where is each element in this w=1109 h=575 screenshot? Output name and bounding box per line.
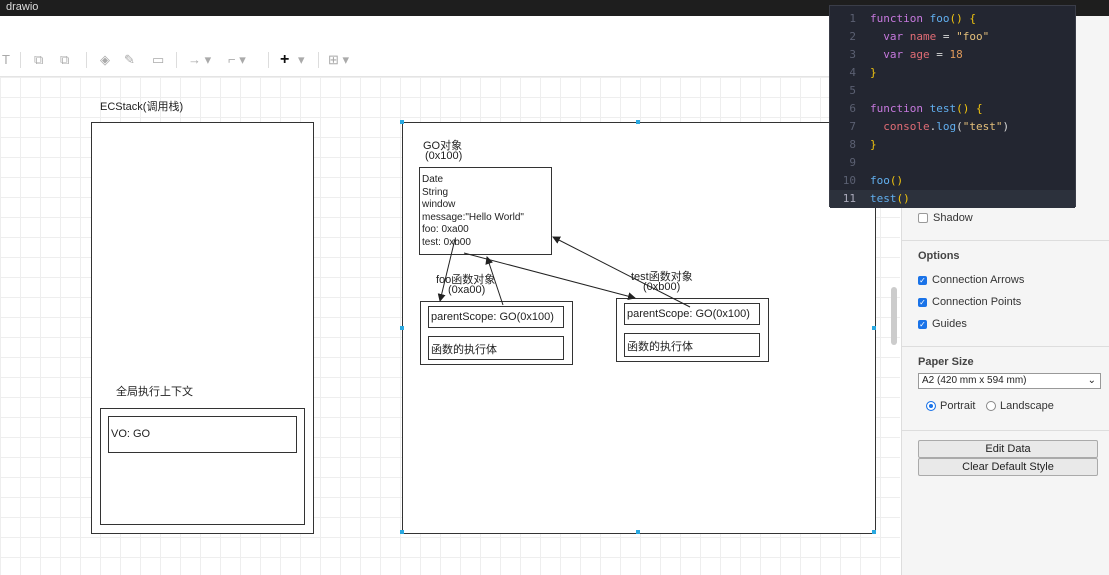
guides-checkbox[interactable]: ✓ xyxy=(918,319,927,329)
to-front-icon[interactable]: ⧉ xyxy=(34,51,43,69)
portrait-radio[interactable] xyxy=(926,401,936,412)
toolbar: T ⧉ ⧉ ◈ ✎ ▭ → ▾ ⌐ ▾ + ▾ ⊞ ▾ xyxy=(0,44,900,77)
code-line: 5 xyxy=(849,84,856,97)
code-line: 1 function foo() { xyxy=(849,12,976,25)
code-editor-overlay: 1 function foo() { 2 var name = "foo" 3 v… xyxy=(829,5,1076,208)
table-icon[interactable]: ⊞ ▾ xyxy=(328,51,349,69)
connection-points-option[interactable]: ✓ Connection Points xyxy=(918,296,1021,308)
text-tool-icon[interactable]: T xyxy=(2,51,10,69)
foo-parent-scope-arrow[interactable] xyxy=(485,256,504,306)
connection-arrows-checkbox[interactable]: ✓ xyxy=(918,275,927,285)
code-line: 4} xyxy=(849,66,877,79)
clear-default-style-button[interactable]: Clear Default Style xyxy=(918,458,1098,476)
options-heading: Options xyxy=(918,250,960,262)
waypoints-icon[interactable]: ⌐ ▾ xyxy=(228,51,246,69)
code-line: 11 test() xyxy=(830,190,1075,208)
guides-label: Guides xyxy=(932,318,967,330)
paper-size-select[interactable]: A2 (420 mm x 594 mm) ⌄ xyxy=(918,373,1101,389)
guides-option[interactable]: ✓ Guides xyxy=(918,318,967,330)
code-line: 2 var name = "foo" xyxy=(849,30,990,43)
toolbar-divider xyxy=(318,52,319,68)
insert-plus-icon[interactable]: + xyxy=(280,51,289,69)
panel-divider xyxy=(902,346,1109,347)
connection-arrows-label: Connection Arrows xyxy=(932,274,1025,286)
app-title: drawio xyxy=(6,1,39,13)
diagram-canvas[interactable]: ECStack(调用栈) 全局执行上下文 VO: GO GO对象 (0x100)… xyxy=(0,77,900,575)
code-line: 10 foo() xyxy=(842,174,904,187)
landscape-option[interactable]: Landscape xyxy=(986,400,1054,412)
shadow-checkbox[interactable] xyxy=(918,213,928,224)
portrait-option[interactable]: Portrait xyxy=(926,400,975,412)
code-line: 7 console.log("test") xyxy=(849,120,1010,133)
connection-arrows-option[interactable]: ✓ Connection Arrows xyxy=(918,274,1024,286)
foo-reference-arrow[interactable] xyxy=(437,238,456,302)
toolbar-divider xyxy=(86,52,87,68)
connector-layer xyxy=(437,236,691,308)
chevron-down-icon: ⌄ xyxy=(1087,375,1096,386)
landscape-radio[interactable] xyxy=(986,401,996,412)
test-parent-scope-arrow[interactable] xyxy=(552,236,691,308)
toolbar-divider xyxy=(20,52,21,68)
connection-points-checkbox[interactable]: ✓ xyxy=(918,297,927,307)
shadow-option[interactable]: Shadow xyxy=(918,212,973,224)
paper-size-value: A2 (420 mm x 594 mm) xyxy=(922,375,1027,386)
code-line: 8} xyxy=(849,138,877,151)
code-line: 9 xyxy=(849,156,856,169)
connection-points-label: Connection Points xyxy=(932,296,1022,308)
toolbar-divider xyxy=(268,52,269,68)
panel-divider xyxy=(902,240,1109,241)
connection-arrow-icon[interactable]: → ▾ xyxy=(188,51,211,69)
landscape-label: Landscape xyxy=(1000,400,1054,412)
line-color-icon[interactable]: ✎ xyxy=(124,51,135,69)
toolbar-divider xyxy=(176,52,177,68)
canvas-scrollbar[interactable] xyxy=(891,287,897,345)
paper-size-heading: Paper Size xyxy=(918,356,974,368)
fill-color-icon[interactable]: ◈ xyxy=(100,51,110,69)
insert-dropdown-icon[interactable]: ▾ xyxy=(298,51,305,69)
portrait-label: Portrait xyxy=(940,400,976,412)
code-line: 3 var age = 18 xyxy=(849,48,963,61)
edit-data-button[interactable]: Edit Data xyxy=(918,440,1098,458)
shadow-label: Shadow xyxy=(933,212,973,224)
code-line: 6 function test() { xyxy=(849,102,983,115)
shadow-icon[interactable]: ▭ xyxy=(152,51,164,69)
to-back-icon[interactable]: ⧉ xyxy=(60,51,69,69)
test-reference-arrow[interactable] xyxy=(463,252,636,301)
panel-divider xyxy=(902,430,1109,431)
